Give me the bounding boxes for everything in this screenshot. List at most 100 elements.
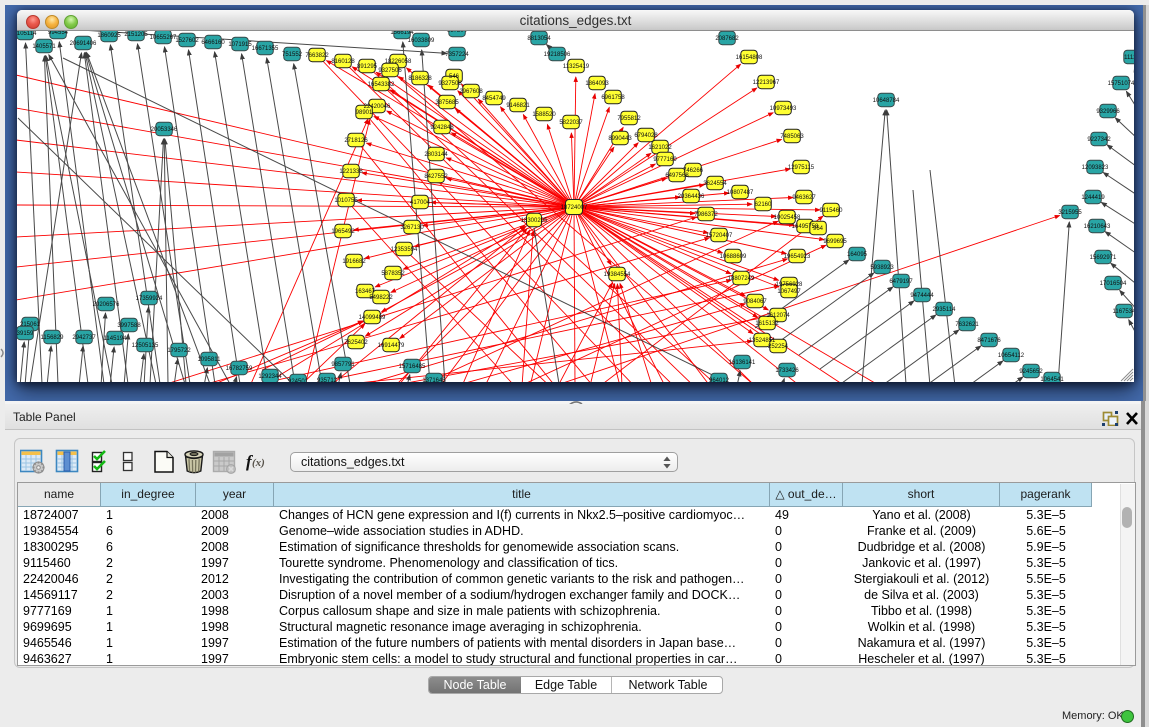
svg-text:964: 964	[813, 226, 824, 232]
svg-text:1733426: 1733426	[775, 368, 799, 374]
svg-text:15720407: 15720407	[706, 233, 733, 239]
svg-text:1371645: 1371645	[422, 378, 446, 382]
svg-text:10973493: 10973493	[770, 106, 797, 112]
svg-text:994554: 994554	[48, 31, 69, 36]
svg-text:2087682: 2087682	[715, 36, 739, 42]
svg-text:62160: 62160	[755, 202, 772, 208]
svg-text:16543382: 16543382	[368, 82, 395, 88]
svg-text:18807249: 18807249	[728, 276, 755, 282]
svg-text:964012: 964012	[709, 378, 730, 382]
svg-text:252254: 252254	[768, 344, 789, 350]
svg-text:2803144: 2803144	[424, 152, 448, 158]
svg-text:8813054: 8813054	[527, 36, 551, 42]
svg-text:9474444: 9474444	[910, 293, 934, 299]
svg-text:5938923: 5938923	[870, 265, 894, 271]
svg-text:39159: 39159	[17, 331, 34, 337]
svg-text:9115460: 9115460	[820, 208, 844, 214]
svg-text:(x): (x)	[252, 457, 265, 469]
svg-text:7485063: 7485063	[780, 134, 804, 140]
svg-text:1612074: 1612074	[766, 313, 790, 319]
svg-text:9777169: 9777169	[653, 157, 677, 163]
svg-text:7663822: 7663822	[305, 53, 329, 59]
svg-text:1292344: 1292344	[258, 374, 282, 380]
svg-text:6961758: 6961758	[601, 95, 625, 101]
svg-text:1145194: 1145194	[104, 336, 128, 342]
svg-text:1527602: 1527602	[175, 38, 199, 44]
svg-text:15751074: 15751074	[1108, 81, 1134, 87]
svg-text:9327508: 9327508	[438, 81, 462, 87]
svg-text:17016504: 17016504	[1100, 281, 1127, 287]
svg-text:1167534: 1167534	[1113, 309, 1134, 315]
svg-text:6466160: 6466160	[201, 40, 225, 46]
svg-text:1221338: 1221338	[339, 169, 363, 175]
svg-text:9463627: 9463627	[792, 195, 816, 201]
svg-text:10688609: 10688609	[720, 254, 747, 260]
svg-text:9227342: 9227342	[1087, 137, 1111, 143]
svg-text:935712: 935712	[317, 378, 338, 382]
svg-text:19384554: 19384554	[604, 272, 631, 278]
svg-text:10648784: 10648784	[873, 98, 900, 104]
svg-text:1405571: 1405571	[32, 44, 56, 50]
svg-text:2105114: 2105114	[17, 31, 37, 37]
svg-text:20053346: 20053346	[151, 127, 178, 133]
svg-text:1615132: 1615132	[755, 321, 779, 327]
svg-text:16154808: 16154808	[736, 55, 763, 61]
svg-text:18300295: 18300295	[521, 218, 548, 224]
svg-text:1156829: 1156829	[41, 335, 65, 341]
svg-text:1566194: 1566194	[390, 31, 414, 36]
svg-text:9084067: 9084067	[743, 299, 767, 305]
svg-text:7986372: 7986372	[694, 212, 718, 218]
svg-text:215061: 215061	[20, 322, 41, 328]
svg-text:10025458: 10025458	[774, 215, 801, 221]
svg-text:9327506: 9327506	[378, 68, 402, 74]
svg-text:751552: 751552	[282, 52, 303, 58]
svg-text:164095: 164095	[847, 252, 868, 258]
svg-text:1965492: 1965492	[331, 229, 355, 235]
svg-text:18226058: 18226058	[385, 59, 412, 65]
svg-text:891295: 891295	[357, 64, 378, 70]
svg-text:6794028: 6794028	[634, 133, 658, 139]
svg-text:10807487: 10807487	[727, 190, 754, 196]
svg-text:19218506: 19218506	[544, 52, 571, 58]
svg-text:9329966: 9329966	[1096, 109, 1120, 115]
svg-text:2942737: 2942737	[72, 335, 96, 341]
svg-text:7357224: 7357224	[445, 52, 469, 58]
svg-text:9857791: 9857791	[331, 362, 355, 368]
svg-text:12093823: 12093823	[1082, 165, 1109, 171]
svg-text:5822037: 5822037	[559, 120, 583, 126]
svg-text:7632621: 7632621	[955, 322, 979, 328]
svg-text:1916682: 1916682	[342, 259, 366, 265]
svg-text:16210643: 16210643	[1084, 224, 1111, 230]
svg-text:17359924: 17359924	[136, 296, 163, 302]
svg-text:1010755: 1010755	[334, 198, 358, 204]
svg-text:16782759: 16782759	[226, 366, 253, 372]
svg-text:2718126: 2718126	[344, 138, 368, 144]
svg-text:1588520: 1588520	[532, 112, 556, 118]
svg-text:1795722: 1795722	[167, 348, 191, 354]
svg-text:1067497: 1067497	[777, 289, 801, 295]
svg-text:5498222: 5498222	[369, 295, 393, 301]
svg-text:18724007: 18724007	[561, 205, 588, 211]
svg-text:746266: 746266	[683, 168, 704, 174]
svg-text:8454749: 8454749	[482, 96, 506, 102]
svg-text:8186328: 8186328	[408, 76, 432, 82]
svg-text:546: 546	[449, 74, 460, 80]
svg-text:1244419: 1244419	[1081, 195, 1105, 201]
svg-text:20206576: 20206576	[93, 302, 120, 308]
svg-text:2935114: 2935114	[933, 307, 957, 313]
svg-text:10655267: 10655267	[150, 35, 177, 41]
svg-text:3997588: 3997588	[117, 323, 141, 329]
svg-text:6479197: 6479197	[889, 279, 913, 285]
svg-text:9146821: 9146821	[506, 103, 530, 109]
svg-text:20691406: 20691406	[70, 41, 97, 47]
svg-text:19756928: 19756928	[776, 282, 803, 288]
svg-text:7625402: 7625402	[344, 340, 368, 346]
svg-text:8160128: 8160128	[331, 59, 355, 65]
svg-text:3215955: 3215955	[1058, 210, 1082, 216]
svg-text:8990443: 8990443	[608, 136, 632, 142]
svg-text:2967608: 2967608	[459, 89, 483, 95]
svg-text:3624554: 3624554	[703, 181, 727, 187]
svg-text:5878352: 5878352	[381, 271, 405, 277]
svg-text:8471676: 8471676	[977, 338, 1001, 344]
svg-text:12353594: 12353594	[391, 247, 418, 253]
